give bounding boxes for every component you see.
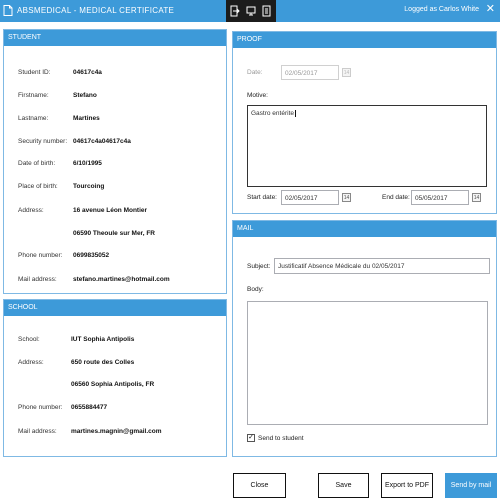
- subject-label: Subject:: [247, 263, 271, 270]
- school-field-label: Mail address:: [18, 428, 57, 435]
- proof-panel: PROOF Date: 02/05/2017 14 Motive: Gastro…: [232, 31, 497, 214]
- start-date-calendar-icon[interactable]: 14: [342, 193, 351, 202]
- student-field-label: Firstname:: [18, 92, 49, 99]
- student-field-label: Place of birth:: [18, 183, 58, 190]
- logged-user-label: Logged as Carlos White: [404, 6, 479, 13]
- school-panel-header: SCHOOL: [4, 300, 226, 316]
- motive-label: Motive:: [247, 92, 268, 99]
- monitor-icon[interactable]: [246, 5, 256, 17]
- body-textarea[interactable]: [247, 301, 488, 425]
- send-to-student-label: Send to student: [258, 435, 304, 442]
- close-window-icon[interactable]: ✕: [486, 4, 495, 15]
- export-pdf-button[interactable]: Export to PDF: [381, 473, 433, 498]
- start-date-label: Start date:: [247, 194, 277, 201]
- student-field-value: 04617c4a: [73, 69, 102, 76]
- end-date-field[interactable]: 05/05/2017: [411, 190, 469, 205]
- title-bar: ABSMEDICAL - MEDICAL CERTIFICATE Logged …: [0, 0, 500, 22]
- student-field-label: Student ID:: [18, 69, 51, 76]
- start-date-value: 02/05/2017: [285, 195, 318, 202]
- school-panel: SCHOOL School: IUT Sophia Antipolis Addres…: [3, 299, 227, 457]
- student-field-value: stefano.martines@hotmail.com: [73, 276, 170, 283]
- student-field-value: 6/10/1995: [73, 160, 102, 167]
- school-field-value: 0655884477: [71, 404, 108, 411]
- student-field-label: Address:: [18, 207, 44, 214]
- date-value: 02/05/2017: [285, 70, 318, 77]
- end-date-value: 05/05/2017: [415, 195, 448, 202]
- export-document-icon[interactable]: [230, 5, 240, 17]
- student-field-label: Date of birth:: [18, 160, 56, 167]
- student-field-label: Phone number:: [18, 252, 63, 259]
- end-date-label: End date:: [382, 194, 410, 201]
- student-field-value: 04617c4a04617c4a: [73, 138, 131, 145]
- motive-value: Gastro entérite: [251, 110, 294, 117]
- student-field-value: Martines: [73, 115, 100, 122]
- student-field-value: 0699835052: [73, 252, 110, 259]
- student-field-label: Mail address:: [18, 276, 57, 283]
- mail-panel: MAIL Subject: Justificatif Absence Médic…: [232, 220, 497, 457]
- student-panel: STUDENT Student ID: 04617c4a Firstname: Ste…: [3, 29, 227, 294]
- proof-panel-header: PROOF: [233, 32, 496, 48]
- motive-textarea[interactable]: Gastro entérite: [247, 105, 487, 187]
- student-panel-header: STUDENT: [4, 30, 226, 46]
- date-field: 02/05/2017: [281, 65, 339, 80]
- school-field-label: School:: [18, 336, 40, 343]
- body-label: Body:: [247, 286, 264, 293]
- student-field-value: 06590 Theoule sur Mer, FR: [73, 230, 156, 237]
- school-field-label: Phone number:: [18, 404, 63, 411]
- student-field-value: 16 avenue Léon Montier: [73, 207, 148, 214]
- close-button[interactable]: Close: [233, 473, 286, 498]
- end-date-calendar-icon[interactable]: 14: [472, 193, 481, 202]
- mail-panel-header: MAIL: [233, 221, 496, 237]
- start-date-field[interactable]: 02/05/2017: [281, 190, 339, 205]
- logout-icon[interactable]: [262, 5, 272, 17]
- window-title: ABSMEDICAL - MEDICAL CERTIFICATE: [17, 6, 175, 15]
- student-field-label: Security number:: [18, 138, 68, 145]
- school-field-value: 06560 Sophia Antipolis, FR: [71, 381, 155, 388]
- student-field-label: Lastname:: [18, 115, 49, 122]
- student-field-value: Stefano: [73, 92, 97, 99]
- school-field-value: IUT Sophia Antipolis: [71, 336, 135, 343]
- app-document-icon: [3, 5, 13, 16]
- subject-value: Justificatif Absence Médicale du 02/05/2…: [278, 263, 405, 270]
- save-button[interactable]: Save: [318, 473, 369, 498]
- window-tool-icons: [226, 0, 276, 22]
- student-field-value: Tourcoing: [73, 183, 105, 190]
- school-field-label: Address:: [18, 359, 44, 366]
- send-by-mail-button[interactable]: Send by mail: [445, 473, 497, 498]
- date-label: Date:: [247, 69, 263, 76]
- school-field-value: martines.magnin@gmail.com: [71, 428, 162, 435]
- school-field-value: 650 route des Colles: [71, 359, 135, 366]
- subject-field[interactable]: Justificatif Absence Médicale du 02/05/2…: [274, 258, 490, 274]
- send-to-student-checkbox[interactable]: ✓: [247, 434, 255, 442]
- date-calendar-icon: 14: [342, 68, 351, 77]
